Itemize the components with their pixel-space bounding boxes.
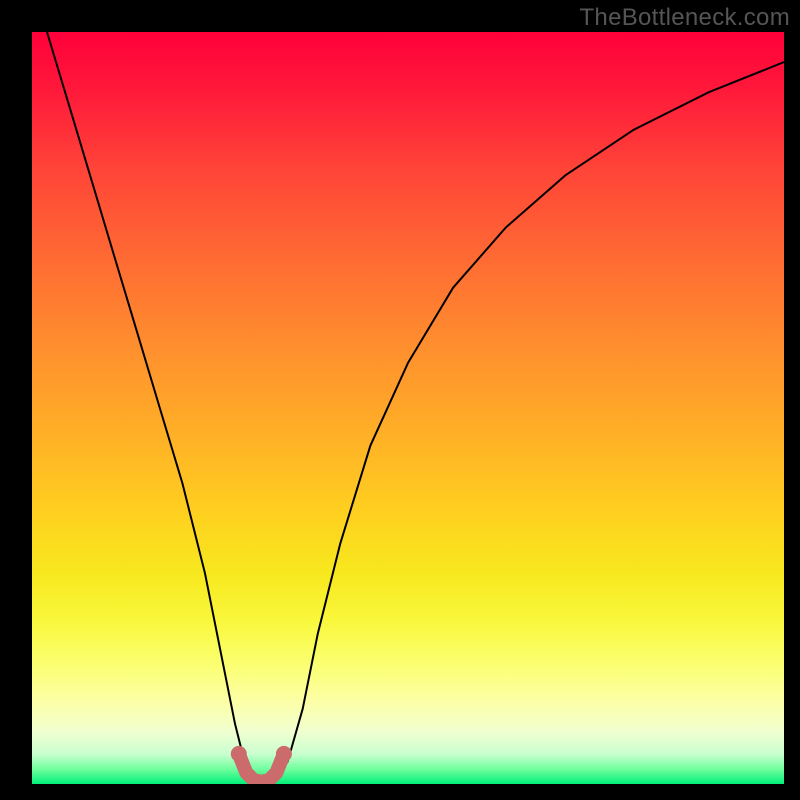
valley-floor-dot [231,746,247,762]
chart-container: TheBottleneck.com [0,0,800,800]
bottleneck-curve [47,32,784,784]
valley-floor-dot [276,746,292,762]
watermark-text: TheBottleneck.com [579,4,790,32]
plot-area [32,32,784,784]
chart-svg [32,32,784,784]
series-group [47,32,784,784]
